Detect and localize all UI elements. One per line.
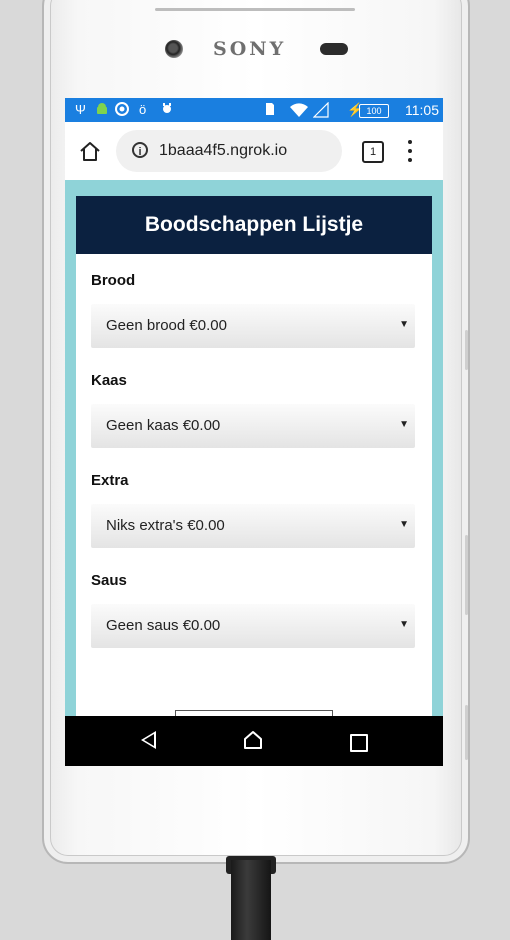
- url-text[interactable]: 1baaa4f5.ngrok.io: [159, 142, 287, 160]
- group-kaas: Kaas Geen kaas €0.00 ▼: [91, 372, 415, 448]
- page-title: Boodschappen Lijstje: [76, 196, 432, 254]
- clock: 11:05: [405, 102, 439, 118]
- signal-icon: [312, 101, 329, 122]
- notification-icon: [161, 102, 173, 120]
- address-bar[interactable]: i 1baaa4f5.ngrok.io: [116, 130, 342, 172]
- back-icon[interactable]: [141, 731, 156, 749]
- proximity-sensor: [320, 43, 348, 55]
- front-camera-icon: [165, 40, 183, 58]
- phone-screen: Ψ ö ⚡ 100 11:05 i 1baaa4f5.ngrok.io 1 Bo…: [65, 98, 443, 766]
- group-saus: Saus Geen saus €0.00 ▼: [91, 572, 415, 648]
- android-icon: [95, 102, 109, 120]
- group-label: Extra: [91, 472, 129, 489]
- tab-switcher-button[interactable]: 1: [362, 141, 384, 163]
- alarm-icon: ö: [139, 102, 147, 117]
- group-label: Saus: [91, 572, 127, 589]
- device-brand: SONY: [213, 38, 287, 60]
- android-nav-bar: [65, 716, 443, 766]
- group-extra: Extra Niks extra's €0.00 ▼: [91, 472, 415, 548]
- battery-level: 100: [359, 104, 389, 118]
- recent-apps-icon[interactable]: [350, 734, 368, 752]
- shopping-list-card: Boodschappen Lijstje Brood Geen brood €0…: [76, 196, 432, 716]
- status-bar: Ψ ö ⚡ 100 11:05: [65, 98, 443, 122]
- group-brood: Brood Geen brood €0.00 ▼: [91, 272, 415, 348]
- kaas-select[interactable]: Geen kaas €0.00 ▼: [91, 404, 415, 448]
- usb-cable: [231, 860, 271, 940]
- side-button-power: [465, 330, 468, 370]
- saus-select[interactable]: Geen saus €0.00 ▼: [91, 604, 415, 648]
- group-label: Brood: [91, 272, 136, 289]
- web-page: Boodschappen Lijstje Brood Geen brood €0…: [65, 180, 443, 716]
- dropdown-arrow-icon: ▼: [399, 319, 409, 330]
- home-icon[interactable]: [79, 140, 101, 162]
- side-button-camera: [465, 705, 468, 760]
- select-value: Niks extra's €0.00: [106, 517, 225, 534]
- select-value: Geen kaas €0.00: [106, 417, 221, 434]
- dropdown-arrow-icon: ▼: [399, 619, 409, 630]
- group-label: Kaas: [91, 372, 127, 389]
- side-button-volume: [465, 535, 468, 615]
- usb-icon: Ψ: [75, 102, 86, 117]
- brood-select[interactable]: Geen brood €0.00 ▼: [91, 304, 415, 348]
- browser-toolbar: i 1baaa4f5.ngrok.io 1: [65, 122, 443, 181]
- wifi-icon: [289, 102, 309, 122]
- sim-icon: [265, 102, 275, 120]
- select-value: Geen brood €0.00: [106, 317, 227, 334]
- extra-select[interactable]: Niks extra's €0.00 ▼: [91, 504, 415, 548]
- overflow-menu-icon[interactable]: [407, 140, 413, 162]
- select-value: Geen saus €0.00: [106, 617, 221, 634]
- info-icon[interactable]: i: [132, 142, 148, 158]
- earpiece-trim: [155, 8, 355, 11]
- dropdown-arrow-icon: ▼: [399, 419, 409, 430]
- home-nav-icon[interactable]: [243, 730, 263, 750]
- firefox-icon: [115, 102, 129, 120]
- dropdown-arrow-icon: ▼: [399, 519, 409, 530]
